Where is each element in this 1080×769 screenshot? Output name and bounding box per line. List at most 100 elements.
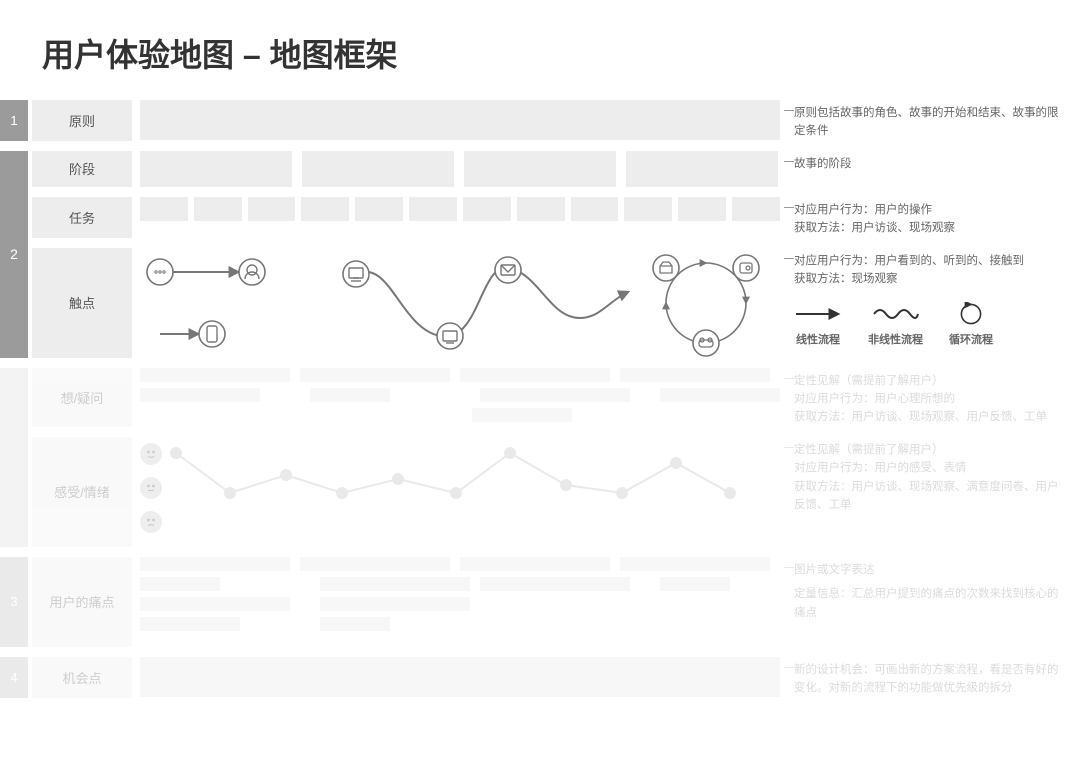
placeholder-bar — [300, 368, 450, 382]
row-think: 想/疑问 — [28, 368, 1060, 427]
desc-text: 定性见解（需提前了解用户） — [794, 441, 1060, 459]
group-2: 2 阶段 故事的阶段 — [0, 151, 1060, 358]
row-label-touchpoint: 触点 — [32, 248, 132, 358]
desc-text: 故事的阶段 — [794, 158, 852, 170]
placeholder-bar — [620, 368, 770, 382]
leader-line — [784, 667, 794, 668]
legend-label: 非线性流程 — [868, 332, 923, 350]
placeholder-bar — [626, 151, 778, 187]
desc-text: 对应用户行为：用户的操作 — [794, 201, 1060, 219]
row-label-phase: 阶段 — [32, 151, 132, 187]
row-emotion: 感受/情绪 — [28, 437, 1060, 547]
section-number-3: 3 — [0, 557, 28, 647]
row-label-painpoint: 用户的痛点 — [32, 557, 132, 647]
row-label-emotion: 感受/情绪 — [32, 437, 132, 547]
process-legend: 线性流程 非线性流程 循环流程 — [794, 302, 1060, 350]
row-label-task: 任务 — [32, 197, 132, 238]
loop-icon — [954, 302, 988, 326]
placeholder-bar — [480, 577, 630, 591]
row-content-think — [140, 368, 784, 427]
placeholder-bar — [140, 197, 188, 221]
placeholder-bar — [660, 388, 780, 402]
leader-line — [784, 567, 794, 568]
row-phase: 阶段 故事的阶段 — [28, 151, 1060, 187]
placeholder-bar — [140, 557, 290, 571]
row-content-task — [140, 197, 784, 238]
desc-text: 获取方法：用户访谈、现场观察 — [794, 219, 1060, 237]
section-number-1: 1 — [0, 100, 28, 141]
placeholder-bar — [302, 151, 454, 187]
row-opportunity: 4 机会点 新的设计机会：可画出新的方案流程，看是否有好的变化。对新的流程下的功… — [0, 657, 1060, 698]
row-desc-phase: 故事的阶段 — [794, 151, 1060, 187]
row-content-phase — [140, 151, 784, 187]
desc-text: 获取方法：用户访谈、现场观察、用户反馈、工单 — [794, 408, 1060, 426]
placeholder-bar — [463, 197, 511, 221]
placeholder-bar — [140, 388, 260, 402]
legend-loop: 循环流程 — [949, 302, 993, 350]
placeholder-bar — [300, 557, 450, 571]
placeholder-bar — [460, 557, 610, 571]
placeholder-bar — [320, 577, 470, 591]
row-touchpoint: 触点 — [28, 248, 1060, 358]
placeholder-bar — [620, 557, 770, 571]
leader-line — [784, 258, 794, 259]
placeholder-bar — [480, 388, 630, 402]
leader-line — [784, 110, 794, 111]
desc-text: 原则包括故事的角色、故事的开始和结束、故事的限定条件 — [794, 107, 1059, 137]
row-label-opportunity: 机会点 — [32, 657, 132, 698]
row-desc-task: 对应用户行为：用户的操作 获取方法：用户访谈、现场观察 — [794, 197, 1060, 238]
placeholder-bar — [140, 657, 780, 697]
row-content-emotion — [140, 437, 784, 547]
placeholder-bar — [140, 100, 780, 140]
placeholder-bar — [464, 151, 616, 187]
placeholder-bar — [140, 151, 292, 187]
desc-text: 获取方法：现场观察 — [794, 270, 1060, 288]
row-label-think: 想/疑问 — [32, 368, 132, 427]
placeholder-bar — [301, 197, 349, 221]
placeholder-bar — [409, 197, 457, 221]
desc-text: 对应用户行为：用户看到的、听到的、接触到 — [794, 252, 1060, 270]
row-desc-opportunity: 新的设计机会：可画出新的方案流程，看是否有好的变化。对新的流程下的功能做优先级的… — [794, 657, 1060, 698]
placeholder-bar — [355, 197, 403, 221]
row-desc-think: 定性见解（需提前了解用户） 对应用户行为：用户心理所想的 获取方法：用户访谈、现… — [794, 368, 1060, 427]
section-number-blank — [0, 368, 28, 547]
wave-icon — [872, 302, 920, 326]
placeholder-bar — [320, 617, 390, 631]
row-desc-painpoint: 图片或文字表达 定量信息：汇总用户提到的痛点的次数来找到核心的痛点 — [794, 557, 1060, 647]
section-number-4: 4 — [0, 657, 28, 698]
placeholder-bar — [310, 388, 390, 402]
placeholder-bar — [248, 197, 296, 221]
leader-line — [784, 161, 794, 162]
desc-text: 定性见解（需提前了解用户） — [794, 372, 1060, 390]
legend-label: 线性流程 — [796, 332, 840, 350]
page-title: 用户体验地图 – 地图框架 — [42, 30, 1060, 76]
emotion-chart — [140, 437, 780, 547]
legend-nonlinear: 非线性流程 — [868, 302, 923, 350]
desc-text: 图片或文字表达 — [794, 561, 1060, 579]
placeholder-bar — [472, 408, 572, 422]
touchpoint-diagram — [140, 248, 780, 358]
leader-line — [784, 378, 794, 379]
row-desc-emotion: 定性见解（需提前了解用户） 对应用户行为：用户的感受、表情 获取方法：用户访谈、… — [794, 437, 1060, 547]
placeholder-bar — [320, 597, 470, 611]
placeholder-bar — [460, 368, 610, 382]
row-painpoint: 3 用户的痛点 — [0, 557, 1060, 647]
desc-text: 定量信息：汇总用户提到的痛点的次数来找到核心的痛点 — [794, 585, 1060, 622]
row-content-opportunity — [140, 657, 784, 698]
placeholder-bar — [571, 197, 619, 221]
placeholder-bar — [140, 577, 220, 591]
row-content-painpoint — [140, 557, 784, 647]
row-task: 任务 对应用户行为：用户的操作 获取方法：用户访谈、现场观察 — [28, 197, 1060, 238]
desc-text: 对应用户行为：用户心理所想的 — [794, 390, 1060, 408]
happy-face-icon — [140, 443, 162, 465]
diagram-rows: 1 原则 原则包括故事的角色、故事的开始和结束、故事的限定条件 2 阶段 — [0, 100, 1060, 698]
legend-linear: 线性流程 — [794, 302, 842, 350]
row-desc-principles: 原则包括故事的角色、故事的开始和结束、故事的限定条件 — [794, 100, 1060, 141]
placeholder-bar — [624, 197, 672, 221]
placeholder-bar — [140, 368, 290, 382]
placeholder-bar — [194, 197, 242, 221]
sad-face-icon — [140, 511, 162, 533]
placeholder-bar — [140, 597, 290, 611]
leader-line — [784, 447, 794, 448]
desc-text: 新的设计机会：可画出新的方案流程，看是否有好的变化。对新的流程下的功能做优先级的… — [794, 664, 1059, 694]
